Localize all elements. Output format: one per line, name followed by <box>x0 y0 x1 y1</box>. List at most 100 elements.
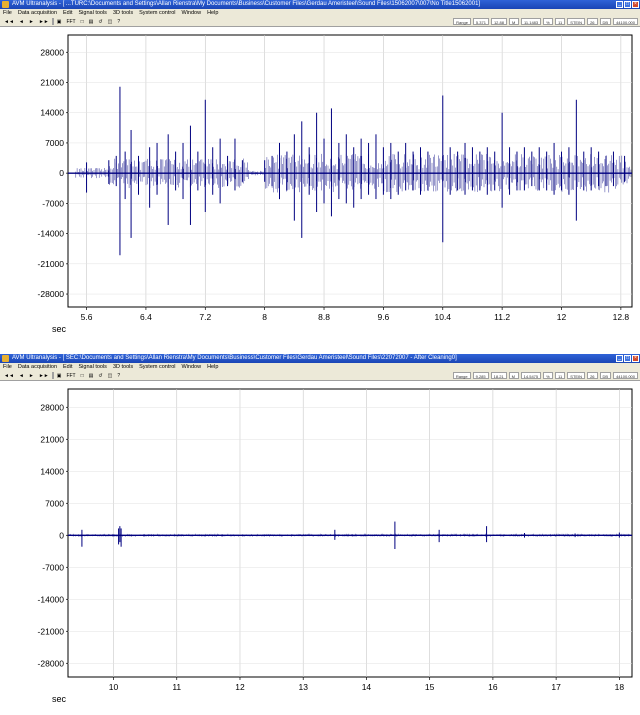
x-axis-label: sec <box>52 694 67 704</box>
close-icon[interactable]: × <box>632 355 639 362</box>
y-tick-label: -28000 <box>38 658 65 668</box>
waveform-chart-2[interactable]: 28000 21000 14000 7000 0 -7000 -14000 -21000 -28… <box>0 381 640 715</box>
status-percent: % <box>543 18 554 25</box>
status-cursor[interactable]: 14.5475 <box>520 372 542 379</box>
x-tick-label: 12 <box>235 682 245 692</box>
step-back-icon[interactable]: ◄ <box>17 18 26 25</box>
y-tick-label: 14000 <box>40 466 64 476</box>
x-tick-label: 8.8 <box>318 312 330 322</box>
menu-system-control[interactable]: System control <box>136 363 178 371</box>
status-mode: STEIN <box>567 18 586 25</box>
status-db-value[interactable]: 26 <box>587 372 598 379</box>
help-icon[interactable]: ? <box>115 18 122 25</box>
y-tick-label: 21000 <box>40 434 64 444</box>
x-tick-label: 14 <box>362 682 372 692</box>
waveform-window-2: AVM Ultranalysis - [ SEC:\Documents and … <box>0 354 640 715</box>
status-db-value[interactable]: 26 <box>587 18 598 25</box>
menu-window[interactable]: Window <box>179 363 205 371</box>
title-bar[interactable]: AVM Ultranalysis - [ SEC:\Documents and … <box>0 354 640 363</box>
minimize-icon[interactable]: _ <box>616 1 623 8</box>
x-tick-label: 17 <box>551 682 561 692</box>
status-value[interactable]: 11 <box>555 372 566 379</box>
menu-help[interactable]: Help <box>204 363 221 371</box>
close-icon[interactable]: × <box>632 1 639 8</box>
waveform-plot-2[interactable]: 28000 21000 14000 7000 0 -7000 -14000 -21000 -28… <box>0 381 640 715</box>
rewind-icon[interactable]: ◄◄ <box>2 18 16 25</box>
fast-forward-icon[interactable]: ►► <box>37 372 51 379</box>
refresh-icon[interactable]: ↺ <box>96 372 104 379</box>
y-tick-label: -7000 <box>42 562 64 572</box>
record-icon[interactable]: ▣ <box>55 372 64 379</box>
maximize-icon[interactable]: □ <box>624 1 631 8</box>
x-tick-label: 10.4 <box>434 312 451 322</box>
menu-3d-tools[interactable]: 3D tools <box>110 363 136 371</box>
play-icon[interactable]: ► <box>27 18 36 25</box>
y-tick-label: 0 <box>59 168 64 178</box>
menu-system-control[interactable]: System control <box>136 9 178 17</box>
menu-window[interactable]: Window <box>179 9 205 17</box>
menu-3d-tools[interactable]: 3D tools <box>110 9 136 17</box>
x-tick-label: 8 <box>262 312 267 322</box>
menu-signal-tools[interactable]: Signal tools <box>76 9 110 17</box>
rewind-icon[interactable]: ◄◄ <box>2 372 16 379</box>
menu-data-acquisition[interactable]: Data acquisition <box>15 9 60 17</box>
menu-help[interactable]: Help <box>204 9 221 17</box>
toolbar-separator <box>51 18 54 25</box>
y-tick-label: 14000 <box>40 108 64 118</box>
status-range-start[interactable]: 9.285 <box>472 372 489 379</box>
x-tick-label: 10 <box>109 682 119 692</box>
x-tick-label: 5.6 <box>81 312 93 322</box>
play-icon[interactable]: ► <box>27 372 36 379</box>
status-range-end[interactable]: 18.21 <box>490 372 507 379</box>
menu-file[interactable]: File <box>0 9 15 17</box>
waveform-window-1: AVM Ultranalysis - [ ...TURC:\Documents … <box>0 0 640 352</box>
app-icon <box>2 1 9 8</box>
window-title: AVM Ultranalysis - [ ...TURC:\Documents … <box>12 1 481 7</box>
x-tick-label: 15 <box>425 682 435 692</box>
plot-frame <box>67 388 633 678</box>
status-range-start[interactable]: 5.371 <box>472 18 489 25</box>
y-tick-label: 0 <box>59 530 64 540</box>
step-back-icon[interactable]: ◄ <box>17 372 26 379</box>
fft-button[interactable]: FFT <box>64 18 77 25</box>
y-tick-label: 28000 <box>40 402 64 412</box>
help-icon[interactable]: ? <box>115 372 122 379</box>
frame-icon[interactable]: □ <box>79 18 86 25</box>
maximize-icon[interactable]: □ <box>624 355 631 362</box>
status-range-label: Range <box>453 18 471 25</box>
title-bar[interactable]: AVM Ultranalysis - [ ...TURC:\Documents … <box>0 0 640 9</box>
x-tick-label: 18 <box>615 682 625 692</box>
status-db-label: DB <box>599 372 612 379</box>
menu-bar: File Data acquisition Edit Signal tools … <box>0 9 640 17</box>
menu-data-acquisition[interactable]: Data acquisition <box>15 363 60 371</box>
menu-signal-tools[interactable]: Signal tools <box>76 363 110 371</box>
status-percent: % <box>543 372 554 379</box>
window-title: AVM Ultranalysis - [ SEC:\Documents and … <box>12 355 457 361</box>
split-icon[interactable]: ◫ <box>106 18 115 25</box>
status-value[interactable]: 11 <box>555 18 566 25</box>
frame-icon[interactable]: □ <box>79 372 86 379</box>
status-range-end[interactable]: 12.88 <box>490 18 507 25</box>
x-tick-label: 9.6 <box>377 312 389 322</box>
fft-button[interactable]: FFT <box>64 372 77 379</box>
status-fields: Range 9.285 18.21 M 14.5475 % 11 STEIN 2… <box>452 372 638 379</box>
menu-edit[interactable]: Edit <box>60 363 75 371</box>
menu-edit[interactable]: Edit <box>60 9 75 17</box>
refresh-icon[interactable]: ↺ <box>96 18 104 25</box>
app-icon <box>2 355 9 362</box>
y-tick-label: 7000 <box>45 498 64 508</box>
x-tick-label: 13 <box>298 682 308 692</box>
y-tick-label: -21000 <box>38 259 65 269</box>
split-icon[interactable]: ◫ <box>106 372 115 379</box>
grid-icon[interactable]: ▤ <box>87 372 96 379</box>
waveform-plot-1[interactable]: 28000 21000 14000 7000 0 -7000 -14000 -21000 -28… <box>0 27 640 352</box>
y-tick-label: 28000 <box>40 47 64 57</box>
grid-icon[interactable]: ▤ <box>87 18 96 25</box>
status-cursor[interactable]: 11.1483 <box>520 18 542 25</box>
record-icon[interactable]: ▣ <box>55 18 64 25</box>
waveform-chart-1[interactable]: 28000 21000 14000 7000 0 -7000 -14000 -21000 -28… <box>0 27 640 352</box>
menu-file[interactable]: File <box>0 363 15 371</box>
fast-forward-icon[interactable]: ►► <box>37 18 51 25</box>
x-tick-label: 11 <box>172 682 181 692</box>
minimize-icon[interactable]: _ <box>616 355 623 362</box>
